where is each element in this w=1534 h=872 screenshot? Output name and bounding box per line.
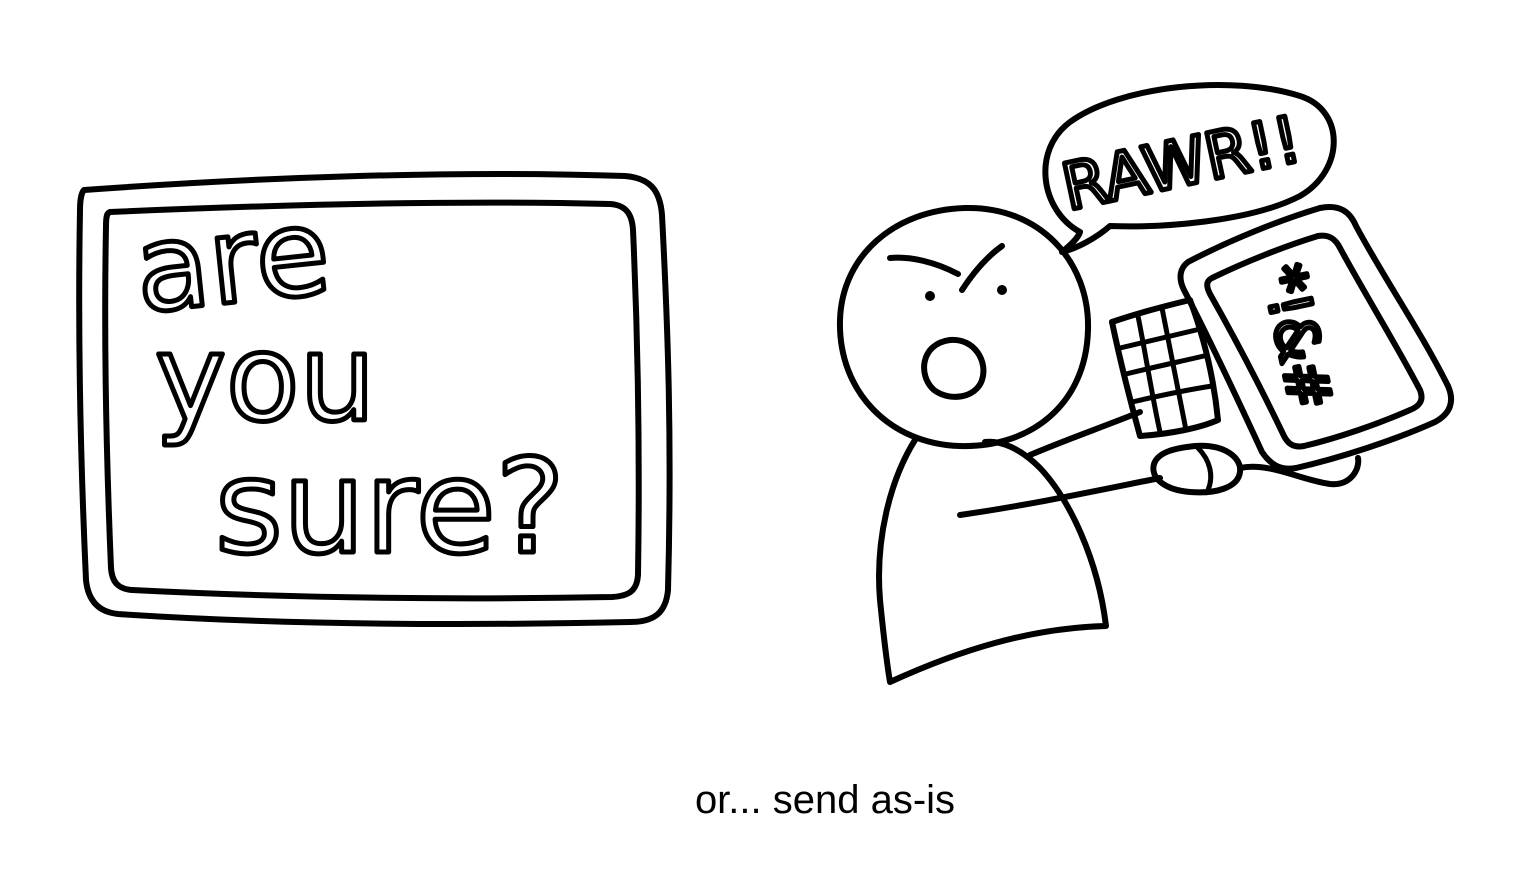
- figure-open-mouth: [921, 336, 987, 400]
- figure-head: [836, 204, 1092, 450]
- keyboard-grid-row-1: [1117, 327, 1199, 351]
- figure-body: [876, 437, 1109, 685]
- speech-bubble: RAWR!!: [1042, 82, 1337, 255]
- figure-left-eyebrow: [887, 254, 961, 277]
- keyboard-grid-col-2: [1159, 305, 1189, 433]
- monitor-sketch: *!&#: [1177, 204, 1455, 472]
- dialog-line-sure: sure?: [215, 431, 565, 583]
- mouse-body: [1150, 442, 1244, 496]
- mouse-button-line: [1195, 445, 1214, 493]
- angry-stick-figure: [836, 204, 1163, 685]
- are-you-sure-dialog-sketch: are you sure?: [76, 170, 673, 627]
- comic-illustration: are you sure? *!&# RAWR!!: [76, 82, 1455, 685]
- figure-arm-mouse: [957, 475, 1163, 518]
- keyboard-grid-row-2: [1123, 353, 1207, 377]
- mouse-cable: [1237, 455, 1362, 488]
- figure-left-eye: [925, 291, 935, 301]
- keyboard-grid-row-3: [1129, 383, 1215, 405]
- figure-right-eye: [997, 285, 1007, 295]
- figure-right-eyebrow: [959, 243, 1005, 293]
- dialog-line-you: you: [155, 310, 376, 449]
- send-as-is-link[interactable]: or... send as-is: [660, 774, 990, 826]
- mouse-sketch: [1150, 442, 1362, 496]
